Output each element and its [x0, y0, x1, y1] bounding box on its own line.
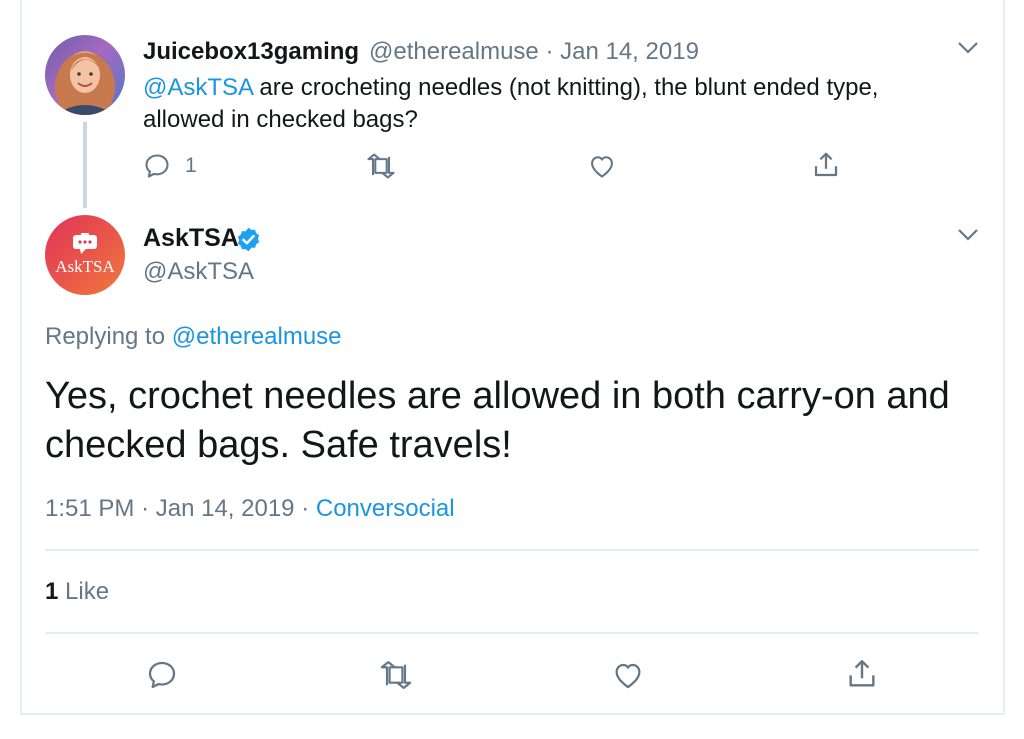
like-label: Like: [65, 578, 110, 605]
timestamp-separator: ·: [141, 495, 156, 522]
replying-to-handle[interactable]: @etherealmuse: [172, 323, 342, 350]
divider: [45, 549, 979, 551]
thread-line: [83, 122, 87, 208]
share-icon: [814, 152, 838, 177]
share-button[interactable]: [845, 657, 879, 691]
timestamp-separator: ·: [301, 495, 316, 522]
reply-tweet-text: Yes, crochet needles are allowed in both…: [45, 372, 985, 470]
replying-to-label: Replying to: [45, 323, 166, 350]
reply-text-line1: Yes, crochet needles are allowed in both…: [45, 375, 950, 417]
avatar-asktsa-label: AskTSA: [55, 257, 115, 276]
parent-retweet-button[interactable]: [365, 152, 397, 180]
reply-icon: [145, 154, 169, 178]
like-count: 1: [45, 578, 59, 605]
reply-display-name[interactable]: AskTSA: [143, 224, 239, 253]
chevron-down-icon[interactable]: [957, 228, 979, 242]
parent-share-button[interactable]: [811, 150, 841, 180]
chevron-down-icon[interactable]: [957, 41, 979, 55]
chat-bubble-icon: [73, 233, 97, 254]
reply-text-line2: checked bags. Safe travels!: [45, 424, 512, 466]
retweet-icon: [367, 153, 395, 179]
parent-text-line2: allowed in checked bags?: [143, 106, 418, 133]
reply-date[interactable]: Jan 14, 2019: [156, 495, 295, 522]
parent-reply-button[interactable]: 1: [143, 152, 197, 180]
reply-icon: [148, 661, 176, 689]
retweet-icon: [380, 661, 412, 689]
parent-display-name[interactable]: Juicebox13gaming: [143, 38, 359, 66]
bottom-strip: [0, 715, 1024, 739]
verified-badge-icon: [237, 227, 260, 252]
reply-time[interactable]: 1:51 PM: [45, 495, 134, 522]
parent-text-line1: are crocheting needles (not knitting), t…: [252, 74, 879, 101]
share-icon: [849, 660, 875, 687]
parent-mention[interactable]: @AskTSA: [143, 74, 253, 101]
like-icon: [591, 156, 613, 178]
reply-button[interactable]: [146, 659, 178, 691]
like-stats[interactable]: 1 Like: [45, 578, 109, 606]
divider: [45, 632, 979, 634]
reply-timestamp: 1:51 PM · Jan 14, 2019 · Conversocial: [45, 495, 455, 523]
reply-source[interactable]: Conversocial: [316, 495, 455, 522]
retweet-button[interactable]: [378, 659, 414, 691]
like-button[interactable]: [612, 659, 644, 691]
meta-separator: ·: [545, 38, 561, 65]
avatar-asktsa[interactable]: AskTSA: [45, 215, 125, 295]
parent-like-button[interactable]: [588, 152, 616, 180]
parent-date[interactable]: Jan 14, 2019: [560, 38, 699, 65]
reply-handle[interactable]: @AskTSA: [143, 258, 254, 286]
replying-to: Replying to @etherealmuse: [45, 323, 342, 351]
parent-meta: @etherealmuse · Jan 14, 2019: [369, 38, 699, 66]
parent-handle[interactable]: @etherealmuse: [369, 38, 539, 65]
parent-tweet-text: @AskTSA are crocheting needles (not knit…: [143, 72, 923, 136]
parent-reply-count: 1: [185, 154, 197, 177]
like-icon: [615, 663, 641, 689]
avatar-juicebox13gaming[interactable]: [45, 35, 125, 115]
